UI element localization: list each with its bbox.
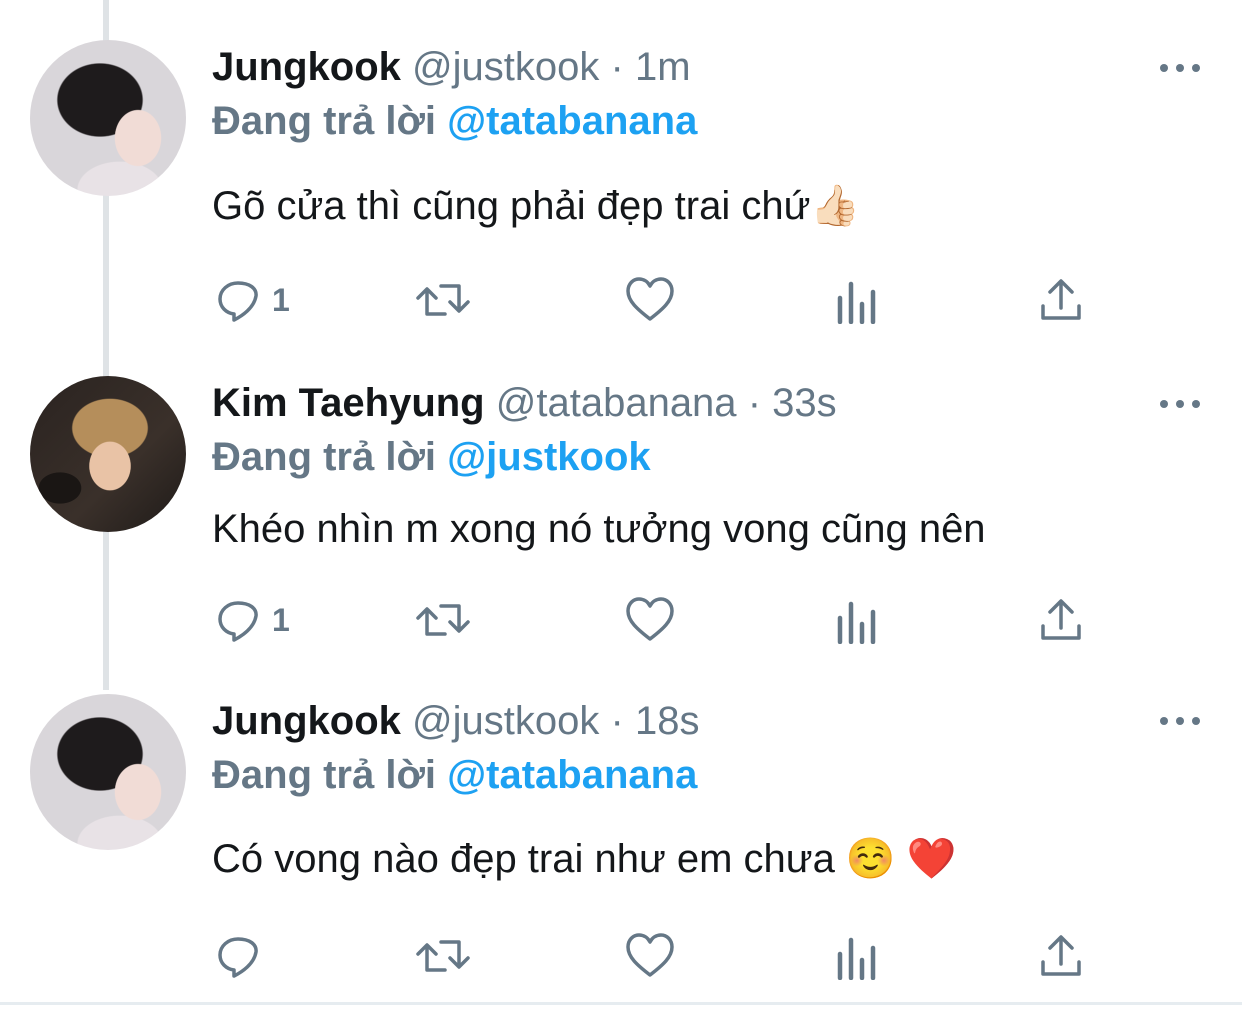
- tweet-header: Kim Taehyung @tatabanana · 33s: [212, 377, 837, 429]
- analytics-icon: [837, 601, 876, 644]
- analytics-icon: [837, 281, 876, 324]
- tweet-header: Jungkook @justkook · 1m: [212, 41, 691, 93]
- reply-button[interactable]: 1: [214, 270, 290, 330]
- retweet-icon: [416, 604, 470, 636]
- share-icon: [1041, 599, 1081, 640]
- share-button[interactable]: [1038, 270, 1084, 330]
- analytics-button[interactable]: [834, 926, 878, 986]
- user-handle[interactable]: @justkook: [412, 45, 599, 89]
- like-icon: [626, 277, 674, 321]
- reply-button[interactable]: 1: [214, 590, 290, 650]
- display-name[interactable]: Jungkook: [212, 699, 401, 743]
- reply-icon: [218, 281, 258, 322]
- tweet-text: Có vong nào đẹp trai như em chưa ☺️ ❤️: [212, 837, 957, 881]
- like-icon: [626, 597, 674, 641]
- replying-to-label: Đang trả lời: [212, 753, 437, 797]
- divider: [0, 1002, 1242, 1005]
- reply-count: 1: [272, 601, 290, 638]
- tweet[interactable]: Jungkook @justkook · 1m Đang trả lời @ta…: [0, 0, 1242, 330]
- like-button[interactable]: [625, 270, 675, 330]
- tweet-header: Jungkook @justkook · 18s: [212, 695, 699, 747]
- separator-dot: ·: [747, 381, 762, 425]
- separator-dot: ·: [610, 45, 624, 89]
- more-icon[interactable]: [1160, 711, 1200, 731]
- tweet[interactable]: Jungkook @justkook · 18s Đang trả lời @t…: [0, 653, 1242, 983]
- avatar[interactable]: [30, 694, 186, 850]
- more-icon[interactable]: [1160, 58, 1200, 78]
- timestamp[interactable]: 1m: [635, 45, 691, 89]
- tweet-text: Khéo nhìn m xong nó tưởng vong cũng nên: [212, 507, 986, 551]
- timestamp[interactable]: 33s: [772, 381, 837, 425]
- replying-to: Đang trả lời @justkook: [212, 431, 651, 483]
- retweet-button[interactable]: [414, 270, 472, 330]
- separator-dot: ·: [610, 699, 624, 743]
- tweet-text: Gõ cửa thì cũng phải đẹp trai chứ👍🏻: [212, 184, 861, 228]
- replying-to-handle[interactable]: @tatabanana: [447, 99, 697, 143]
- tweet-actions: 1: [0, 590, 1242, 650]
- more-icon[interactable]: [1160, 394, 1200, 414]
- like-icon: [626, 933, 674, 977]
- like-button[interactable]: [625, 590, 675, 650]
- user-handle[interactable]: @tatabanana: [496, 381, 737, 425]
- replying-to-label: Đang trả lời: [212, 435, 437, 479]
- share-button[interactable]: [1038, 926, 1084, 986]
- like-button[interactable]: [625, 926, 675, 986]
- timestamp[interactable]: 18s: [635, 699, 700, 743]
- share-icon: [1041, 279, 1081, 320]
- reply-icon: [218, 601, 258, 642]
- replying-to-label: Đang trả lời: [212, 99, 437, 143]
- share-button[interactable]: [1038, 590, 1084, 650]
- retweet-button[interactable]: [414, 590, 472, 650]
- reply-button[interactable]: [214, 926, 272, 986]
- analytics-icon: [837, 937, 876, 980]
- user-handle[interactable]: @justkook: [412, 699, 599, 743]
- tweet[interactable]: Kim Taehyung @tatabanana · 33s Đang trả …: [0, 335, 1242, 665]
- retweet-icon: [416, 940, 470, 972]
- analytics-button[interactable]: [834, 270, 878, 330]
- tweet-actions: [0, 926, 1242, 986]
- reply-count: 1: [272, 281, 290, 318]
- reply-icon: [218, 937, 258, 978]
- analytics-button[interactable]: [834, 590, 878, 650]
- retweet-button[interactable]: [414, 926, 472, 986]
- replying-to-handle[interactable]: @tatabanana: [447, 753, 697, 797]
- display-name[interactable]: Jungkook: [212, 45, 401, 89]
- display-name[interactable]: Kim Taehyung: [212, 381, 485, 425]
- retweet-icon: [416, 284, 470, 316]
- avatar[interactable]: [30, 40, 186, 196]
- tweet-actions: 1: [0, 270, 1242, 330]
- avatar[interactable]: [30, 376, 186, 532]
- share-icon: [1041, 935, 1081, 976]
- replying-to-handle[interactable]: @justkook: [447, 435, 650, 479]
- replying-to: Đang trả lời @tatabanana: [212, 749, 697, 801]
- replying-to: Đang trả lời @tatabanana: [212, 95, 697, 147]
